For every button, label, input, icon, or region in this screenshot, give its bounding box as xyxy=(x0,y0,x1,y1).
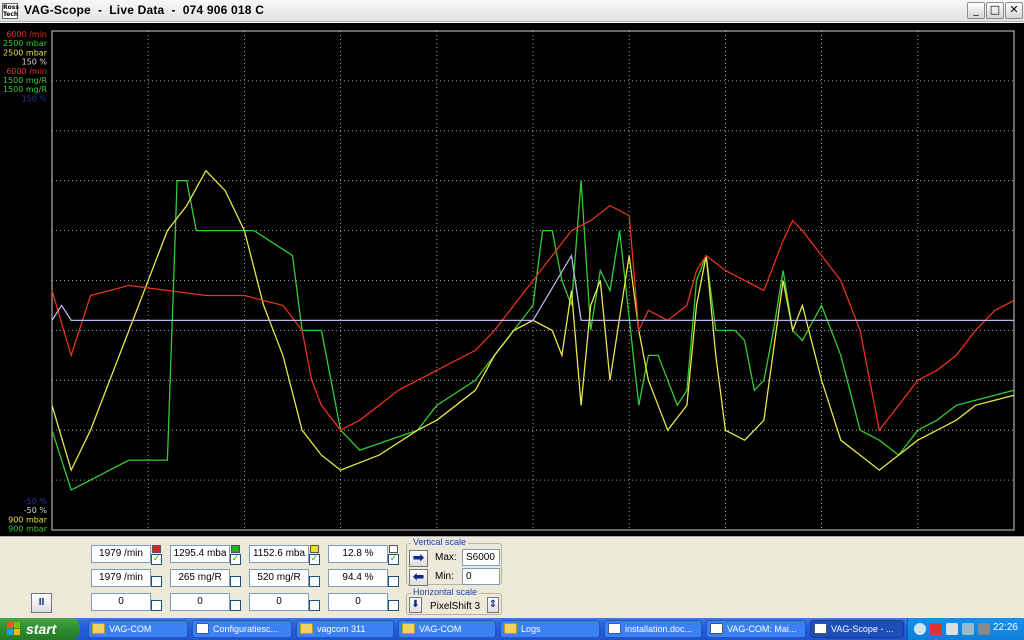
clock: 22:26 xyxy=(992,622,1018,633)
max-label: Max: xyxy=(435,552,457,563)
channel-checkbox[interactable] xyxy=(230,600,241,611)
horizontal-scale-title: Horizontal scale xyxy=(411,587,480,597)
taskbar-button-label: Configuratiesc... xyxy=(213,624,279,634)
taskbar-button-label: VAG-COM xyxy=(109,624,152,634)
min-input[interactable]: 0 xyxy=(462,568,500,585)
scale-label-top: 150 % xyxy=(22,94,48,103)
value-box: 0 xyxy=(249,593,309,611)
start-button[interactable]: start xyxy=(0,618,80,640)
value-box: 0 xyxy=(91,593,151,611)
control-panel: II 1979 /min ✓ 1295.4 mba ✓ 1152.6 mba ✓ 12.8 … xyxy=(0,536,1024,618)
minimize-button[interactable]: _ xyxy=(967,2,985,19)
channel-checkbox[interactable] xyxy=(388,600,399,611)
document-icon xyxy=(608,623,621,634)
document-icon xyxy=(196,623,209,634)
value-box: 0 xyxy=(170,593,230,611)
value-box: 12.8 % xyxy=(328,545,388,563)
pause-button[interactable]: II xyxy=(31,593,52,613)
taskbar: start VAG-COM Configuratiesc... vagcom 311… xyxy=(0,618,1024,640)
max-input[interactable]: S6000 xyxy=(462,549,500,566)
taskbar-button[interactable]: VAG-Scope - ... xyxy=(810,620,904,638)
value-box: 0 xyxy=(328,593,388,611)
channel-checkbox[interactable]: ✓ xyxy=(151,554,162,565)
arrow-left-icon[interactable]: ⬅ xyxy=(409,569,428,586)
arrow-right-icon[interactable]: ➡ xyxy=(409,550,428,567)
taskbar-button-label: VAG-COM: Mai... xyxy=(727,624,797,634)
scale-label-top: 1500 mg/R xyxy=(3,85,47,94)
taskbar-button-label: Logs xyxy=(521,624,541,634)
app-icon: Ross Tech xyxy=(2,3,19,19)
scale-label-top: 6000 /min xyxy=(6,67,47,76)
arrow-down-icon[interactable]: ⬇ xyxy=(409,597,422,613)
folder-icon xyxy=(504,623,517,634)
scale-label-bottom: -50 % xyxy=(24,506,48,515)
channel-checkbox[interactable]: ✓ xyxy=(309,554,320,565)
taskbar-button[interactable]: Configuratiesc... xyxy=(192,620,292,638)
tray-network-icon[interactable] xyxy=(930,623,942,635)
taskbar-button-label: installation.doc... xyxy=(625,624,693,634)
value-box: 520 mg/R xyxy=(249,569,309,587)
value-box: 265 mg/R xyxy=(170,569,230,587)
taskbar-button-label: vagcom 311 xyxy=(317,624,366,634)
system-tray: 22:26 xyxy=(907,618,1024,640)
channel-checkbox[interactable] xyxy=(309,576,320,587)
maximize-button[interactable]: □ xyxy=(986,2,1004,19)
channel-checkbox[interactable] xyxy=(151,576,162,587)
taskbar-button[interactable]: VAG-COM xyxy=(88,620,188,638)
min-label: Min: xyxy=(435,571,454,582)
horizontal-scale-value: PixelShift 3 xyxy=(430,601,481,612)
value-box: 1979 /min xyxy=(91,569,151,587)
channel-checkbox[interactable]: ✓ xyxy=(230,554,241,565)
vag-scope-window: Ross Tech VAG-Scope - Live Data - 074 90… xyxy=(0,0,1024,618)
channel-color-swatch[interactable] xyxy=(231,545,240,553)
channel-checkbox[interactable]: ✓ xyxy=(388,554,399,565)
app-icon xyxy=(710,623,723,634)
channel-checkbox[interactable] xyxy=(309,600,320,611)
tray-monitor-icon[interactable] xyxy=(962,623,974,635)
taskbar-button[interactable]: Logs xyxy=(500,620,600,638)
taskbar-button[interactable]: VAG-COM xyxy=(398,620,496,638)
start-label: start xyxy=(26,621,57,637)
channel-color-swatch[interactable] xyxy=(152,545,161,553)
taskbar-button[interactable]: VAG-COM: Mai... xyxy=(706,620,806,638)
close-button[interactable]: ✕ xyxy=(1005,2,1023,19)
folder-icon xyxy=(402,623,415,634)
title-bar[interactable]: Ross Tech VAG-Scope - Live Data - 074 90… xyxy=(0,0,1024,22)
channel-checkbox[interactable] xyxy=(230,576,241,587)
scale-label-top: 2500 mbar xyxy=(3,48,48,57)
scope-chart: 6000 /min2500 mbar2500 mbar150 %6000 /mi… xyxy=(3,30,1015,534)
taskbar-button[interactable]: vagcom 311 xyxy=(296,620,394,638)
scale-label-top: 150 % xyxy=(22,58,48,67)
folder-icon xyxy=(300,623,313,634)
value-box: 1152.6 mba xyxy=(249,545,309,563)
scale-label-top: 1500 mg/R xyxy=(3,76,47,85)
channel-checkbox[interactable] xyxy=(151,600,162,611)
scale-label-top: 2500 mbar xyxy=(3,39,48,48)
taskbar-button-label: VAG-Scope - ... xyxy=(831,624,894,634)
scale-label-bottom: 900 mbar xyxy=(8,515,48,524)
tray-back-icon[interactable] xyxy=(914,623,926,635)
channel-checkbox[interactable] xyxy=(388,576,399,587)
vertical-scale-title: Vertical scale xyxy=(411,537,469,547)
channel-color-swatch[interactable] xyxy=(389,545,398,553)
spinner-updown-icon[interactable]: ⇕ xyxy=(487,597,499,613)
scale-label-bottom: 900 mbar xyxy=(8,525,48,534)
taskbar-button[interactable]: installation.doc... xyxy=(604,620,702,638)
tray-device-icon[interactable] xyxy=(978,623,990,635)
scope-plot: 6000 /min 2500 mbar 2500 mbar 150 % 6000 /mi… xyxy=(0,22,1024,536)
window-title: VAG-Scope - Live Data - 074 906 018 C xyxy=(24,3,265,17)
taskbar-button-label: VAG-COM xyxy=(419,624,462,634)
folder-icon xyxy=(92,623,105,634)
scale-label-top: 6000 /min xyxy=(6,30,47,39)
value-box: 1979 /min xyxy=(91,545,151,563)
channel-color-swatch[interactable] xyxy=(310,545,319,553)
windows-logo-icon xyxy=(7,622,20,635)
tray-speaker-icon[interactable] xyxy=(946,623,958,635)
value-box: 1295.4 mba xyxy=(170,545,230,563)
value-box: 94.4 % xyxy=(328,569,388,587)
app-icon xyxy=(814,623,827,634)
scale-label-bottom: -50 % xyxy=(24,497,48,506)
